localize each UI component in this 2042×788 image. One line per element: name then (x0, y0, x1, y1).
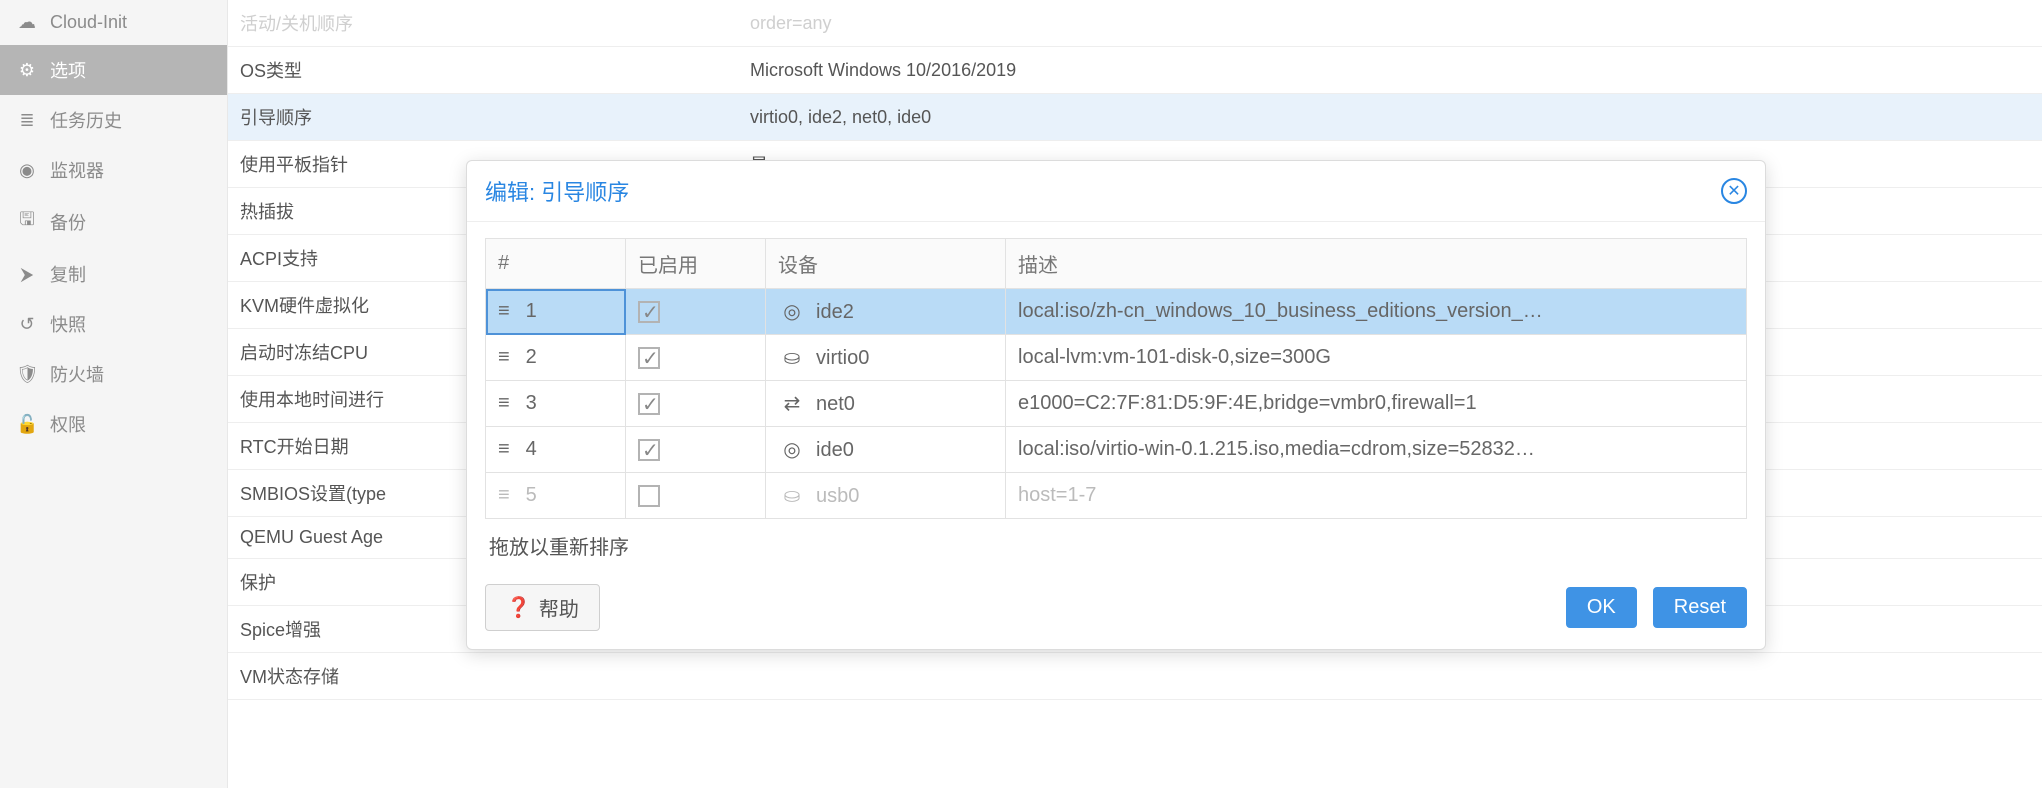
shield-icon: 🛡 (16, 364, 38, 385)
cloud-icon: ☁ (16, 12, 38, 33)
list-icon: ≣ (16, 110, 38, 131)
close-button[interactable]: ✕ (1721, 178, 1747, 204)
prop-row[interactable]: OS类型 Microsoft Windows 10/2016/2019 (228, 47, 2042, 94)
disk-icon: ⛀ (778, 483, 806, 508)
device-name: ide2 (816, 301, 854, 323)
sidebar-item-label: 监视器 (50, 157, 104, 183)
prop-label: VM状态存储 (240, 663, 750, 689)
enabled-checkbox[interactable] (638, 439, 660, 461)
unlock-icon: 🔓 (16, 414, 38, 435)
row-number: 5 (526, 484, 537, 506)
row-description: e1000=C2:7F:81:D5:9F:4E,bridge=vmbr0,fir… (1006, 381, 1747, 427)
sidebar-item-options[interactable]: ⚙ 选项 (0, 45, 227, 95)
prop-value: order=any (750, 13, 832, 34)
device-name: virtio0 (816, 347, 869, 369)
prop-label: OS类型 (240, 57, 750, 83)
help-label: 帮助 (539, 593, 579, 622)
drag-handle-icon[interactable]: ≡ (498, 484, 510, 506)
drag-handle-icon[interactable]: ≡ (498, 300, 510, 322)
sidebar-item-cloud-init[interactable]: ☁ Cloud-Init (0, 0, 227, 45)
right-buttons: OK Reset (1566, 587, 1747, 628)
sidebar-item-backup[interactable]: 🖫 备份 (0, 195, 227, 249)
grid-header-row: # 已启用 设备 描述 (486, 239, 1747, 289)
row-number: 1 (526, 300, 537, 322)
enabled-checkbox[interactable] (638, 393, 660, 415)
drag-handle-icon[interactable]: ≡ (498, 392, 510, 414)
cdrom-icon: ◎ (778, 437, 806, 462)
sidebar-item-task-history[interactable]: ≣ 任务历史 (0, 95, 227, 145)
boot-row[interactable]: ≡ 1 ◎ ide2 local:iso/zh-cn_windows_10_busi… (486, 289, 1747, 335)
drag-hint: 拖放以重新排序 (485, 519, 1747, 560)
dialog-header: 编辑: 引导顺序 ✕ (467, 161, 1765, 222)
enabled-checkbox[interactable] (638, 485, 660, 507)
ok-button[interactable]: OK (1566, 587, 1637, 628)
prop-row-boot-order[interactable]: 引导顺序 virtio0, ide2, net0, ide0 (228, 94, 2042, 141)
drag-handle-icon[interactable]: ≡ (498, 438, 510, 460)
device-name: ide0 (816, 439, 854, 461)
device-name: net0 (816, 393, 855, 415)
row-description: local-lvm:vm-101-disk-0,size=300G (1006, 335, 1747, 381)
save-icon: 🖫 (16, 207, 38, 237)
col-device[interactable]: 设备 (766, 239, 1006, 289)
cdrom-icon: ◎ (778, 299, 806, 324)
boot-row[interactable]: ≡ 3 ⇄ net0 e1000=C2:7F:81:D5:9F:4E,bridge=… (486, 381, 1747, 427)
sidebar-item-monitor[interactable]: ◉ 监视器 (0, 145, 227, 195)
row-number: 4 (526, 438, 537, 460)
col-description[interactable]: 描述 (1006, 239, 1747, 289)
sidebar-item-label: 备份 (50, 209, 86, 235)
row-description: host=1-7 (1006, 473, 1747, 519)
row-description: local:iso/virtio-win-0.1.215.iso,media=c… (1006, 427, 1747, 473)
sidebar: ☁ Cloud-Init ⚙ 选项 ≣ 任务历史 ◉ 监视器 🖫 备份 ⮞ 复制… (0, 0, 228, 788)
edit-boot-order-dialog: 编辑: 引导顺序 ✕ # 已启用 设备 描述 ≡ 1 ◎ ide2 local:is… (466, 160, 1766, 650)
reset-button[interactable]: Reset (1653, 587, 1747, 628)
prop-row[interactable]: 活动/关机顺序 order=any (228, 0, 2042, 47)
sidebar-item-firewall[interactable]: 🛡 防火墙 (0, 349, 227, 399)
row-number: 2 (526, 346, 537, 368)
copy-icon: ⮞ (16, 264, 38, 285)
close-icon: ✕ (1727, 181, 1740, 201)
sidebar-item-label: 防火墙 (50, 361, 104, 387)
device-name: usb0 (816, 485, 859, 507)
col-number[interactable]: # (486, 239, 626, 289)
help-button[interactable]: ❓ 帮助 (485, 584, 600, 631)
enabled-checkbox[interactable] (638, 301, 660, 323)
prop-row[interactable]: VM状态存储 (228, 653, 2042, 700)
row-description: local:iso/zh-cn_windows_10_business_edit… (1006, 289, 1747, 335)
col-enabled[interactable]: 已启用 (626, 239, 766, 289)
eye-icon: ◉ (16, 160, 38, 181)
disk-icon: ⛀ (778, 345, 806, 370)
sidebar-item-label: 权限 (50, 411, 86, 437)
sidebar-item-label: 任务历史 (50, 107, 122, 133)
row-number: 3 (526, 392, 537, 414)
gear-icon: ⚙ (16, 60, 38, 81)
boot-row[interactable]: ≡ 5 ⛀ usb0 host=1-7 (486, 473, 1747, 519)
prop-value: virtio0, ide2, net0, ide0 (750, 107, 931, 128)
drag-handle-icon[interactable]: ≡ (498, 346, 510, 368)
dialog-footer: ❓ 帮助 OK Reset (467, 566, 1765, 649)
prop-label: 活动/关机顺序 (240, 10, 750, 36)
sidebar-item-label: 复制 (50, 261, 86, 287)
prop-value: Microsoft Windows 10/2016/2019 (750, 60, 1016, 81)
sidebar-item-snapshot[interactable]: ↺ 快照 (0, 299, 227, 349)
sidebar-item-label: 快照 (50, 311, 86, 337)
help-icon: ❓ (506, 595, 531, 620)
boot-row[interactable]: ≡ 2 ⛀ virtio0 local-lvm:vm-101-disk-0,size… (486, 335, 1747, 381)
enabled-checkbox[interactable] (638, 347, 660, 369)
boot-order-grid: # 已启用 设备 描述 ≡ 1 ◎ ide2 local:iso/zh-cn_win… (485, 238, 1747, 519)
sidebar-item-label: Cloud-Init (50, 12, 127, 33)
boot-row[interactable]: ≡ 4 ◎ ide0 local:iso/virtio-win-0.1.215.is… (486, 427, 1747, 473)
sidebar-item-label: 选项 (50, 57, 86, 83)
sidebar-item-replication[interactable]: ⮞ 复制 (0, 249, 227, 299)
network-icon: ⇄ (778, 391, 806, 416)
history-icon: ↺ (16, 314, 38, 335)
dialog-title: 编辑: 引导顺序 (485, 175, 629, 207)
dialog-body: # 已启用 设备 描述 ≡ 1 ◎ ide2 local:iso/zh-cn_win… (467, 222, 1765, 566)
prop-label: 引导顺序 (240, 104, 750, 130)
sidebar-item-permissions[interactable]: 🔓 权限 (0, 399, 227, 449)
